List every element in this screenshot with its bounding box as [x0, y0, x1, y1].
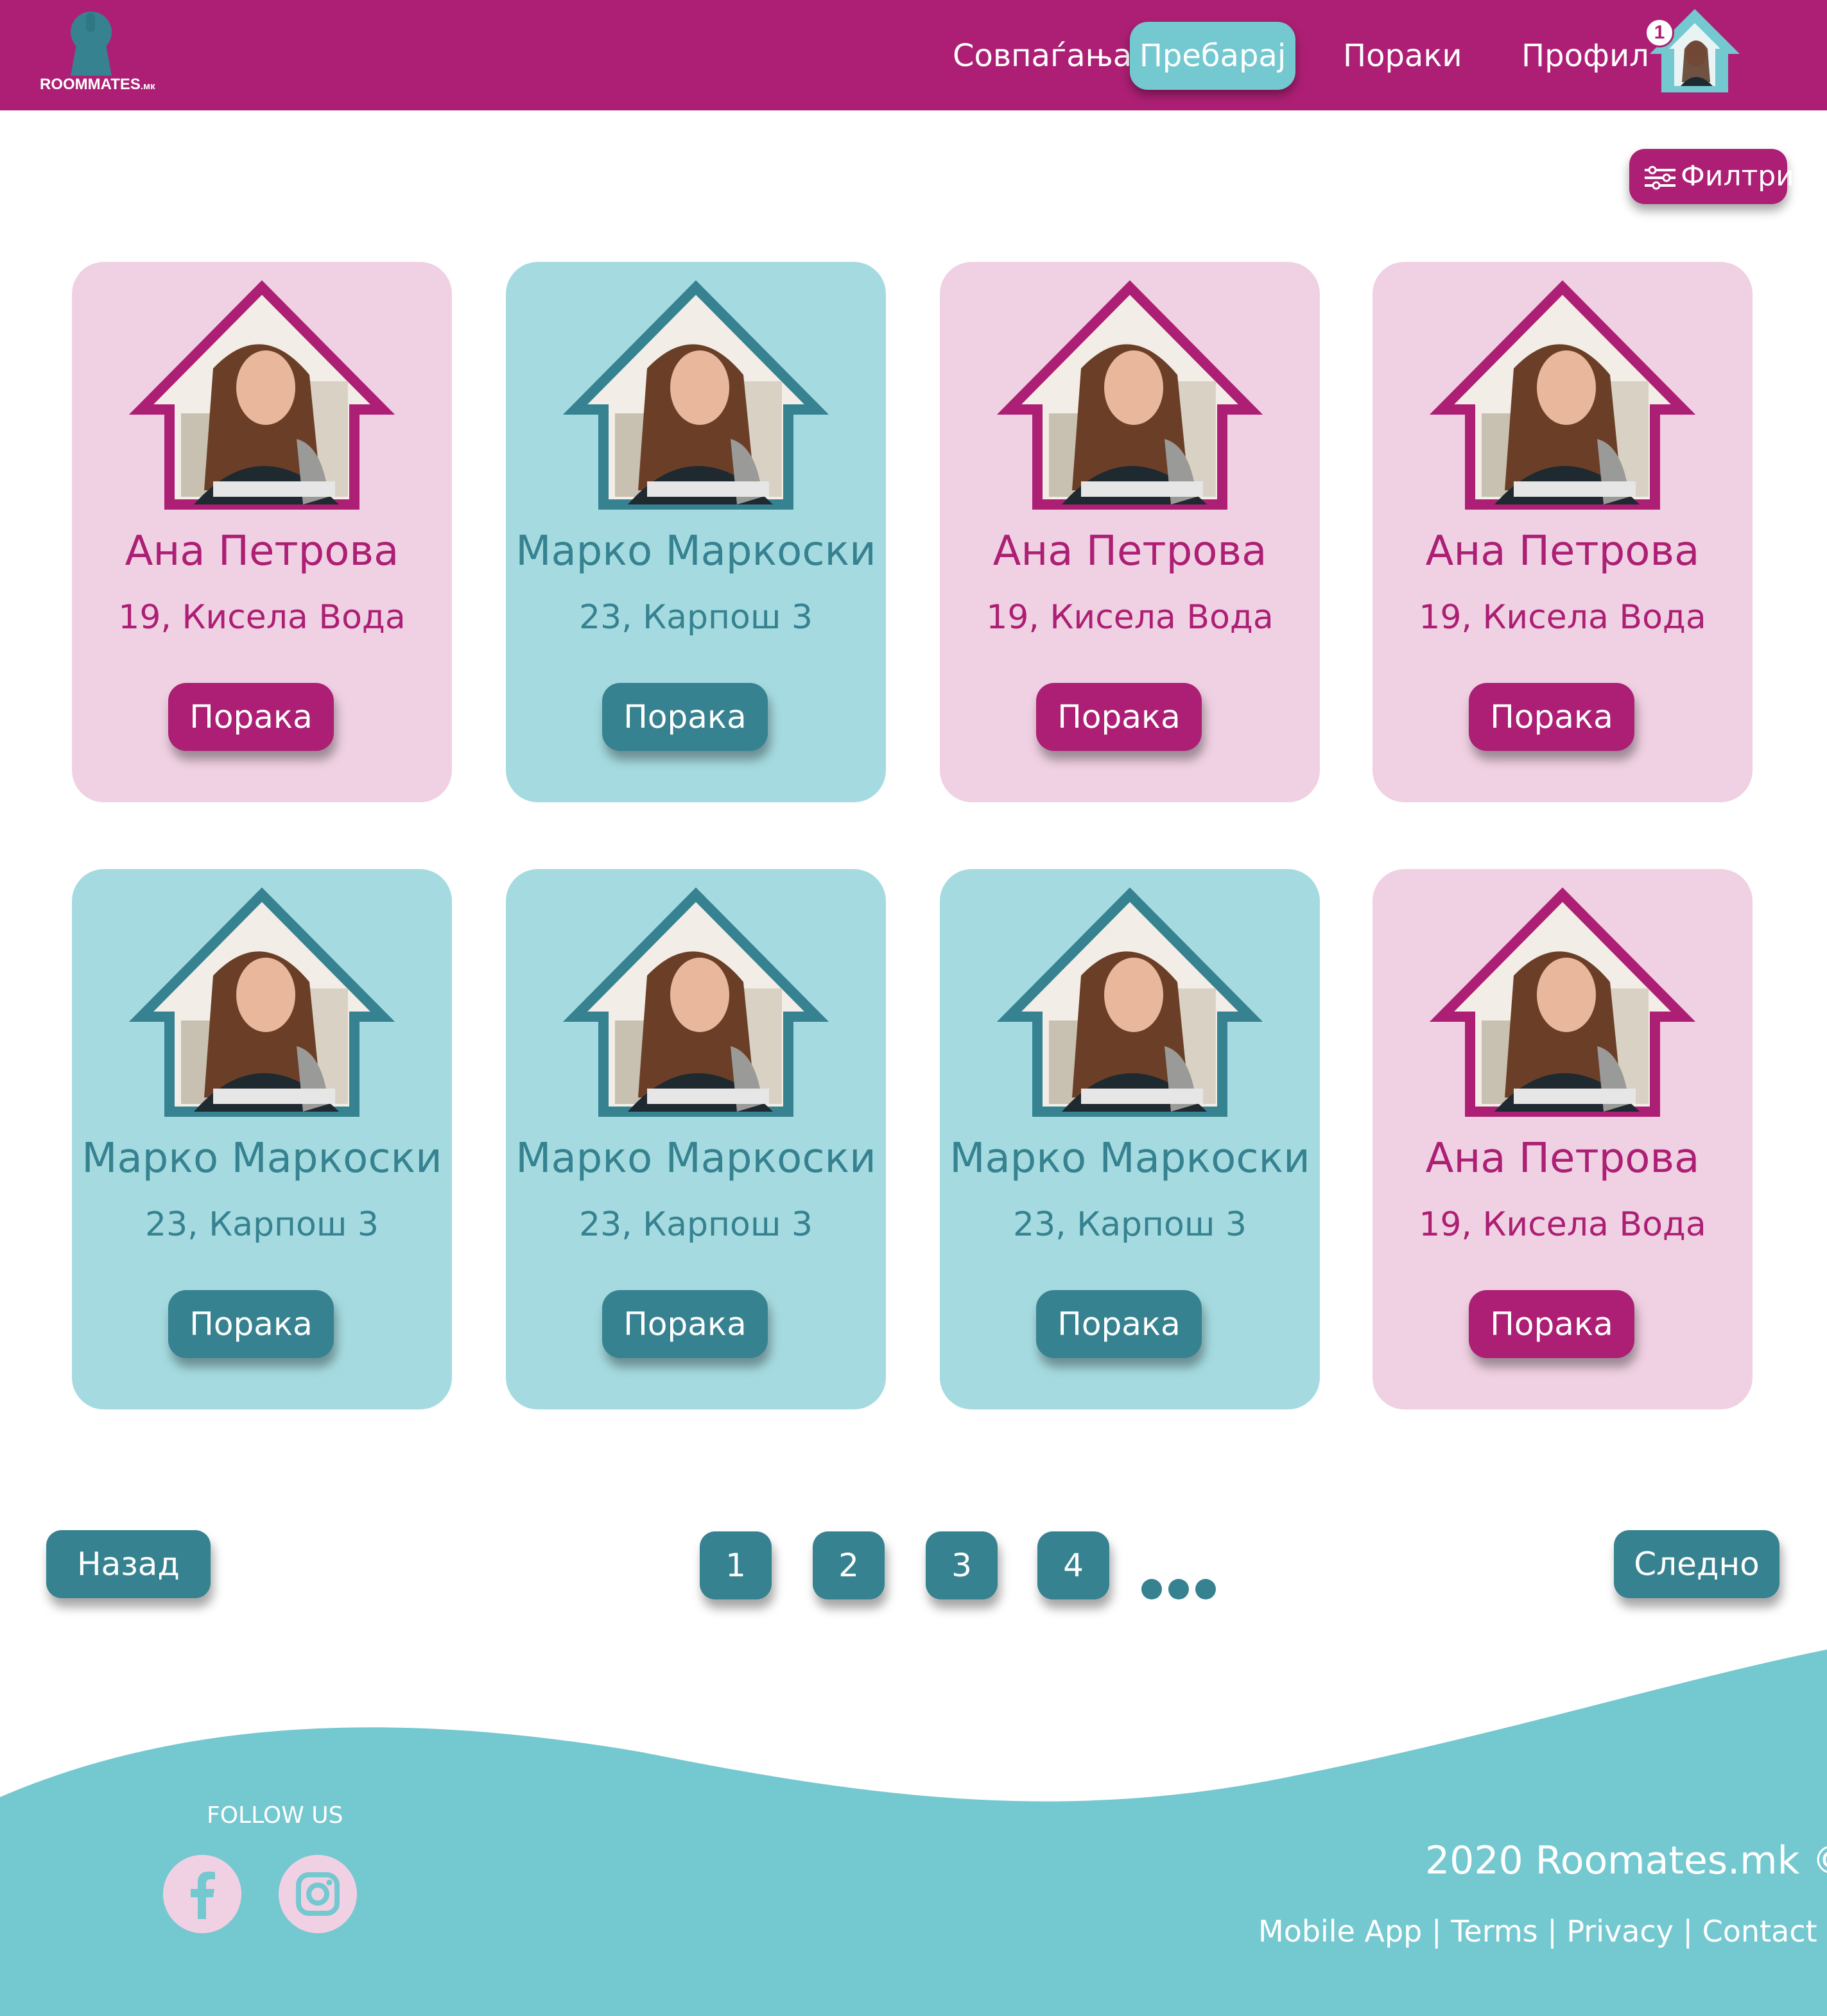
footer-links: Mobile App | Terms | Privacy | Contact [1258, 1914, 1817, 1949]
roommate-card[interactable]: Ана Петрова 19, Кисела Вода Порака [940, 262, 1320, 802]
send-message-button[interactable]: Порака [1036, 683, 1202, 751]
notification-badge: 1 [1645, 18, 1674, 47]
facebook-icon[interactable] [163, 1855, 241, 1933]
roommate-age-location: 23, Карпош 3 [144, 1205, 379, 1244]
send-message-button[interactable]: Порака [1469, 1290, 1634, 1358]
page-4-button[interactable]: 4 [1037, 1531, 1109, 1599]
footer-link-mobile-app[interactable]: Mobile App [1258, 1914, 1422, 1949]
logo-wordmark[interactable]: ROOMMATES.мк [40, 76, 155, 94]
footer-link-contact[interactable]: Contact [1702, 1914, 1817, 1949]
page-3-button[interactable]: 3 [926, 1531, 998, 1599]
next-page-button[interactable]: Следно [1614, 1530, 1779, 1598]
footer-link-separator: | [1683, 1914, 1693, 1949]
follow-us-label: FOLLOW US [207, 1802, 343, 1829]
house-photo-frame [562, 280, 829, 510]
send-message-button[interactable]: Порака [1036, 1290, 1202, 1358]
send-message-button[interactable]: Порака [168, 683, 334, 751]
roommate-age-location: 19, Кисела Вода [118, 598, 406, 637]
nav-matches[interactable]: Совпаѓања [953, 22, 1132, 90]
sliders-icon [1645, 166, 1675, 190]
house-photo-frame [996, 887, 1263, 1117]
roommate-age-location: 19, Кисела Вода [1419, 1205, 1706, 1244]
house-photo-frame [1429, 280, 1696, 510]
more-pages-dot [1195, 1579, 1216, 1599]
house-photo-frame [562, 887, 829, 1117]
nav-search[interactable]: Пребарај [1130, 22, 1295, 90]
roommate-name: Ана Петрова [125, 528, 399, 575]
roommate-age-location: 23, Карпош 3 [578, 598, 813, 637]
send-message-button[interactable]: Порака [602, 1290, 768, 1358]
instagram-icon[interactable] [279, 1855, 357, 1933]
more-pages-dot [1168, 1579, 1189, 1599]
roommate-name: Марко Маркоски [515, 1135, 876, 1182]
roommate-card[interactable]: Ана Петрова 19, Кисела Вода Порака [1372, 869, 1753, 1409]
page-2-button[interactable]: 2 [813, 1531, 885, 1599]
footer-link-privacy[interactable]: Privacy [1566, 1914, 1674, 1949]
copyright-text: 2020 Roomates.mk © [1425, 1838, 1827, 1883]
roommate-age-location: 23, Карпош 3 [1012, 1205, 1247, 1244]
prev-page-button[interactable]: Назад [46, 1530, 211, 1598]
roommate-name: Ана Петрова [1425, 528, 1700, 575]
footer-wave [0, 1650, 1827, 2016]
page-1-button[interactable]: 1 [700, 1531, 772, 1599]
footer-link-separator: | [1547, 1914, 1557, 1949]
house-photo-frame [128, 887, 395, 1117]
nav-messages[interactable]: Пораки [1343, 22, 1462, 90]
roommate-name: Ана Петрова [992, 528, 1267, 575]
roommate-age-location: 19, Кисела Вода [986, 598, 1274, 637]
roommate-card[interactable]: Марко Маркоски 23, Карпош 3 Порака [506, 262, 886, 802]
roommate-age-location: 23, Карпош 3 [578, 1205, 813, 1244]
roommate-card[interactable]: Ана Петрова 19, Кисела Вода Порака [1372, 262, 1753, 802]
house-photo-frame [1429, 887, 1696, 1117]
roommate-name: Марко Маркоски [949, 1135, 1310, 1182]
nav-profile[interactable]: Профил [1521, 22, 1649, 90]
roommate-card[interactable]: Ана Петрова 19, Кисела Вода Порака [72, 262, 452, 802]
roommate-card[interactable]: Марко Маркоски 23, Карпош 3 Порака [506, 869, 886, 1409]
roommate-name: Марко Маркоски [82, 1135, 442, 1182]
roommate-age-location: 19, Кисела Вода [1419, 598, 1706, 637]
top-navbar: ROOMMATES.мк Совпаѓања Пребарај Пораки П… [0, 0, 1827, 110]
send-message-button[interactable]: Порака [602, 683, 768, 751]
send-message-button[interactable]: Порака [1469, 683, 1634, 751]
roommate-name: Марко Маркоски [515, 528, 876, 575]
house-photo-frame [128, 280, 395, 510]
house-photo-frame [996, 280, 1263, 510]
filters-label: Филтри [1681, 160, 1794, 193]
filters-button[interactable]: Филтри [1629, 149, 1794, 204]
roommate-name: Ана Петрова [1425, 1135, 1700, 1182]
footer-link-terms[interactable]: Terms [1451, 1914, 1537, 1949]
roommate-card[interactable]: Марко Маркоски 23, Карпош 3 Порака [72, 869, 452, 1409]
more-pages-dot [1141, 1579, 1162, 1599]
send-message-button[interactable]: Порака [168, 1290, 334, 1358]
roommate-card[interactable]: Марко Маркоски 23, Карпош 3 Порака [940, 869, 1320, 1409]
footer-link-separator: | [1432, 1914, 1442, 1949]
